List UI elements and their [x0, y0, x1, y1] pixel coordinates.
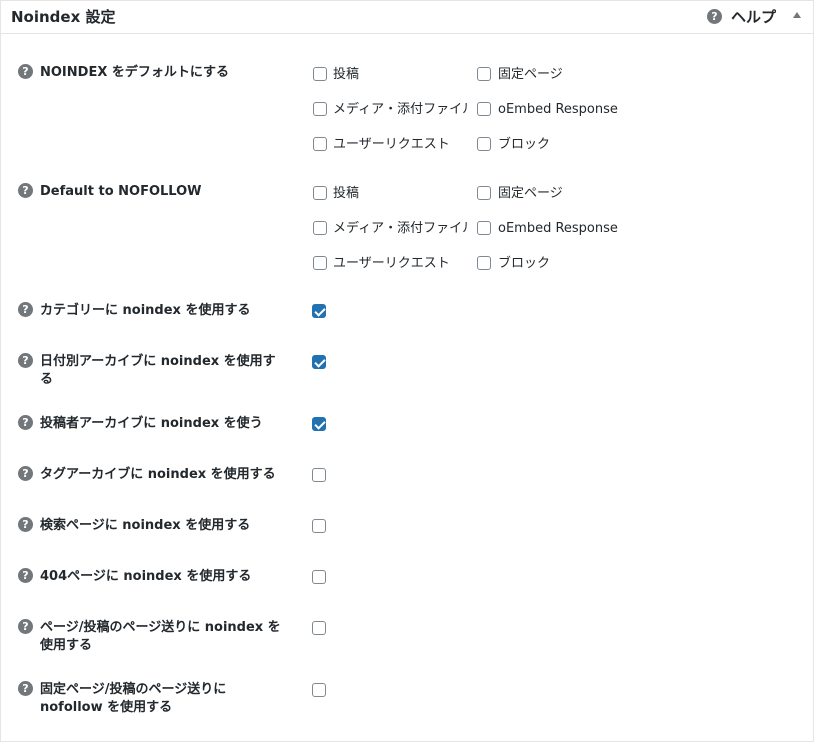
nofollow-attachment-checkbox[interactable] — [313, 221, 327, 235]
nofollow-page-checkbox[interactable] — [477, 186, 491, 200]
option-label: 固定ページ — [498, 186, 563, 201]
404-page-noindex-checkbox[interactable] — [312, 570, 326, 584]
tag-archive-noindex-checkbox[interactable] — [312, 468, 326, 482]
noindex-attachment-checkbox[interactable] — [313, 102, 327, 116]
question-icon[interactable]: ? — [18, 619, 33, 634]
tag-archive-noindex-label: タグアーカイブに noindex を使用する — [40, 467, 276, 482]
noindex-user-request-checkbox[interactable] — [313, 137, 327, 151]
option-label: 投稿 — [333, 186, 360, 201]
nofollow-block-checkbox[interactable] — [477, 256, 491, 270]
question-icon[interactable]: ? — [18, 568, 33, 583]
author-archive-noindex-checkbox[interactable] — [312, 417, 326, 431]
pagination-nofollow-checkbox[interactable] — [312, 683, 326, 697]
help-label: ヘルプ — [731, 8, 777, 26]
noindex-oembed-checkbox[interactable] — [477, 102, 491, 116]
pagination-noindex-label: ページ/投稿のページ送りに noindex を 使用する — [40, 620, 281, 653]
404-page-noindex-label: 404ページに noindex を使用する — [40, 569, 252, 584]
option-label: ユーザーリクエスト — [333, 256, 450, 271]
nofollow-oembed-checkbox[interactable] — [477, 221, 491, 235]
panel-title: Noindex 設定 — [11, 8, 116, 26]
author-archive-noindex-label: 投稿者アーカイブに noindex を使う — [40, 416, 263, 431]
category-noindex-label: カテゴリーに noindex を使用する — [40, 303, 251, 318]
question-icon[interactable]: ? — [18, 183, 33, 198]
noindex-post-checkbox[interactable] — [313, 67, 327, 81]
search-page-noindex-checkbox[interactable] — [312, 519, 326, 533]
noindex-default-label: NOINDEX をデフォルトにする — [40, 65, 229, 80]
option-label: oEmbed Response — [498, 102, 618, 117]
triangle-up-icon[interactable] — [793, 12, 801, 18]
noindex-block-checkbox[interactable] — [477, 137, 491, 151]
option-label: メディア・添付ファイル — [333, 102, 469, 117]
noindex-page-checkbox[interactable] — [477, 67, 491, 81]
question-icon[interactable]: ? — [18, 64, 33, 79]
noindex-settings-panel: Noindex 設定 ? ヘルプ ? NOINDEX をデフォルトにする 投稿 … — [0, 0, 814, 742]
category-noindex-checkbox[interactable] — [312, 304, 326, 318]
date-archive-noindex-checkbox[interactable] — [312, 355, 326, 369]
question-icon: ? — [707, 9, 722, 24]
question-icon[interactable]: ? — [18, 681, 33, 696]
option-label: ユーザーリクエスト — [333, 137, 450, 152]
nofollow-post-checkbox[interactable] — [313, 186, 327, 200]
option-label: ブロック — [498, 137, 551, 152]
option-label: 投稿 — [333, 67, 360, 82]
nofollow-default-label: Default to NOFOLLOW — [40, 184, 202, 199]
date-archive-noindex-label: 日付別アーカイブに noindex を使用す る — [40, 354, 276, 387]
option-label: メディア・添付ファイル — [333, 221, 469, 236]
option-label: 固定ページ — [498, 67, 563, 82]
question-icon[interactable]: ? — [18, 415, 33, 430]
panel-header: Noindex 設定 ? ヘルプ — [1, 1, 813, 34]
search-page-noindex-label: 検索ページに noindex を使用する — [40, 518, 251, 533]
pagination-noindex-checkbox[interactable] — [312, 621, 326, 635]
option-label: oEmbed Response — [498, 221, 618, 236]
option-label: ブロック — [498, 256, 551, 271]
question-icon[interactable]: ? — [18, 302, 33, 317]
pagination-nofollow-label: 固定ページ/投稿のページ送りに nofollow を使用する — [40, 682, 227, 715]
question-icon[interactable]: ? — [18, 517, 33, 532]
question-icon[interactable]: ? — [18, 466, 33, 481]
nofollow-user-request-checkbox[interactable] — [313, 256, 327, 270]
question-icon[interactable]: ? — [18, 353, 33, 368]
